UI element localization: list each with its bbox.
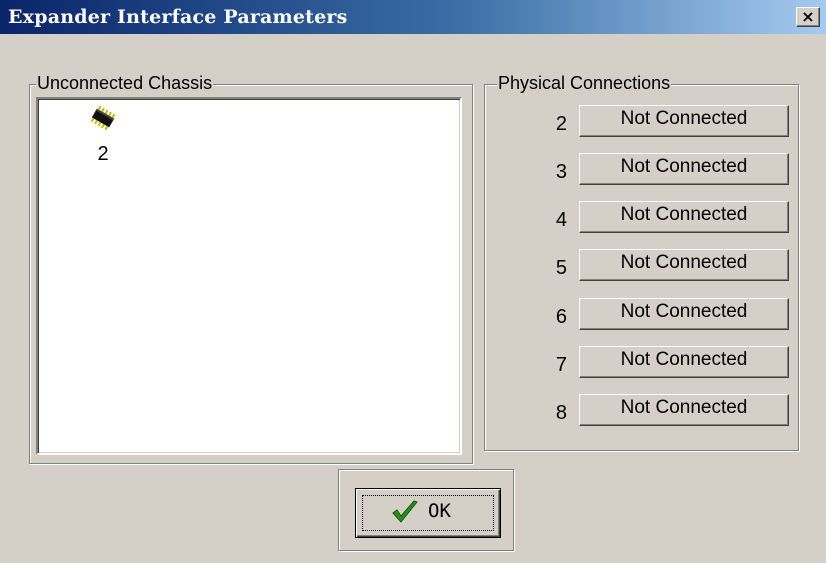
physical-connections-group: Physical Connections 2 Not Connected 3 N… [484,72,799,451]
title-bar[interactable]: Expander Interface Parameters × [0,0,826,34]
connection-button[interactable]: Not Connected [579,105,789,137]
chassis-item[interactable]: 2 [78,105,128,166]
chassis-label: 2 [97,143,109,165]
connection-button[interactable]: Not Connected [579,249,789,281]
connection-button[interactable]: Not Connected [579,394,789,426]
expander-dialog: Expander Interface Parameters × Unconnec… [0,0,826,563]
ok-label: OK [428,500,451,522]
connection-button[interactable]: Not Connected [579,201,789,233]
close-icon: × [801,7,815,26]
connection-number: 6 [555,306,567,328]
ok-button[interactable]: OK [355,488,501,538]
connection-number: 3 [555,161,567,183]
connection-button[interactable]: Not Connected [579,153,789,185]
unconnected-chassis-list[interactable]: 2 [36,97,462,455]
checkmark-icon [392,500,418,523]
connection-number: 7 [555,354,567,376]
chip-icon [90,105,116,131]
close-button[interactable]: × [796,7,820,27]
physical-connections-caption: Physical Connections [497,72,672,94]
connection-number: 2 [555,113,567,135]
window-title: Expander Interface Parameters [8,6,348,28]
connection-number: 5 [555,257,567,279]
connection-number: 8 [555,402,567,424]
unconnected-chassis-caption: Unconnected Chassis [36,72,214,94]
connection-button[interactable]: Not Connected [579,346,789,378]
connection-button[interactable]: Not Connected [579,298,789,330]
connection-number: 4 [555,209,567,231]
